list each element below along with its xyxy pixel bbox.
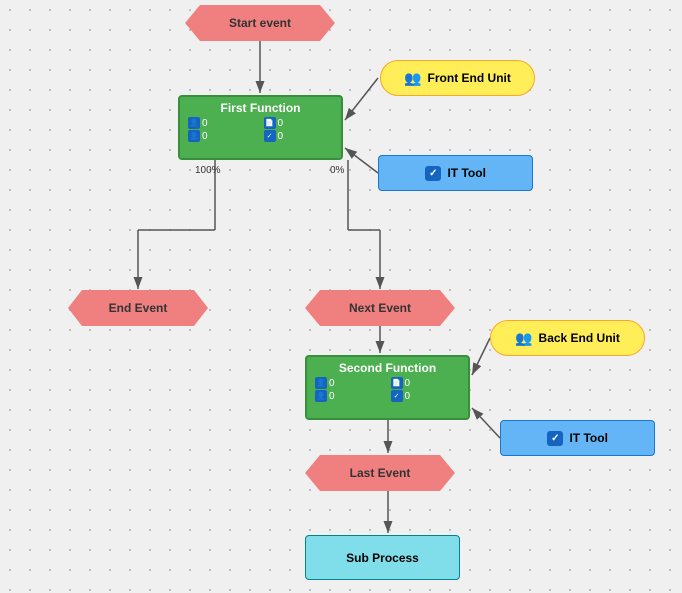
second-function-title: Second Function — [339, 361, 436, 375]
second-func-stat-2: 📄 0 — [391, 377, 461, 389]
person-icon-1: 👤 — [188, 117, 200, 129]
next-event-node[interactable]: Next Event — [305, 290, 455, 326]
last-event-label: Last Event — [350, 466, 411, 480]
front-end-unit-node[interactable]: 👥 Front End Unit — [380, 60, 535, 96]
start-event-label: Start event — [229, 16, 291, 30]
check-icon-1: ✓ — [264, 130, 276, 142]
it-tool-1-node[interactable]: ✓ IT Tool — [378, 155, 533, 191]
first-function-node[interactable]: First Function 👤 0 📄 0 👤 0 ✓ 0 — [178, 95, 343, 160]
percent-0-label: 0% — [330, 165, 344, 176]
person2-icon-1: 👤 — [188, 130, 200, 142]
it-tool-2-node[interactable]: ✓ IT Tool — [500, 420, 655, 456]
it-tool-1-icon: ✓ — [425, 166, 441, 181]
first-func-stat-1: 👤 0 — [188, 117, 258, 129]
back-end-icon: 👥 — [515, 330, 532, 347]
front-end-icon: 👥 — [404, 70, 421, 87]
doc-icon-1: 📄 — [264, 117, 276, 129]
first-func-stat-3: 👤 0 — [188, 130, 258, 142]
second-func-stat-1: 👤 0 — [315, 377, 385, 389]
second-func-stat-3: 👤 0 — [315, 390, 385, 402]
back-end-unit-node[interactable]: 👥 Back End Unit — [490, 320, 645, 356]
it-tool-2-icon: ✓ — [547, 431, 563, 446]
check-icon-2: ✓ — [391, 390, 403, 402]
next-event-label: Next Event — [349, 301, 411, 315]
it-tool-2-label: IT Tool — [569, 431, 607, 445]
back-end-unit-label: Back End Unit — [539, 331, 620, 345]
second-func-stat-4: ✓ 0 — [391, 390, 461, 402]
end-event-node[interactable]: End Event — [68, 290, 208, 326]
end-event-label: End Event — [109, 301, 168, 315]
person2-icon-2: 👤 — [315, 390, 327, 402]
last-event-node[interactable]: Last Event — [305, 455, 455, 491]
percent-100-label: 100% — [195, 165, 221, 176]
first-func-stat-4: ✓ 0 — [264, 130, 334, 142]
sub-process-label: Sub Process — [346, 551, 419, 565]
sub-process-node[interactable]: Sub Process — [305, 535, 460, 580]
first-func-stat-2: 📄 0 — [264, 117, 334, 129]
start-event-node[interactable]: Start event — [185, 5, 335, 41]
doc-icon-2: 📄 — [391, 377, 403, 389]
it-tool-1-label: IT Tool — [447, 166, 485, 180]
second-function-node[interactable]: Second Function 👤 0 📄 0 👤 0 ✓ 0 — [305, 355, 470, 420]
person-icon-2: 👤 — [315, 377, 327, 389]
first-function-title: First Function — [221, 101, 301, 115]
front-end-unit-label: Front End Unit — [428, 71, 511, 85]
